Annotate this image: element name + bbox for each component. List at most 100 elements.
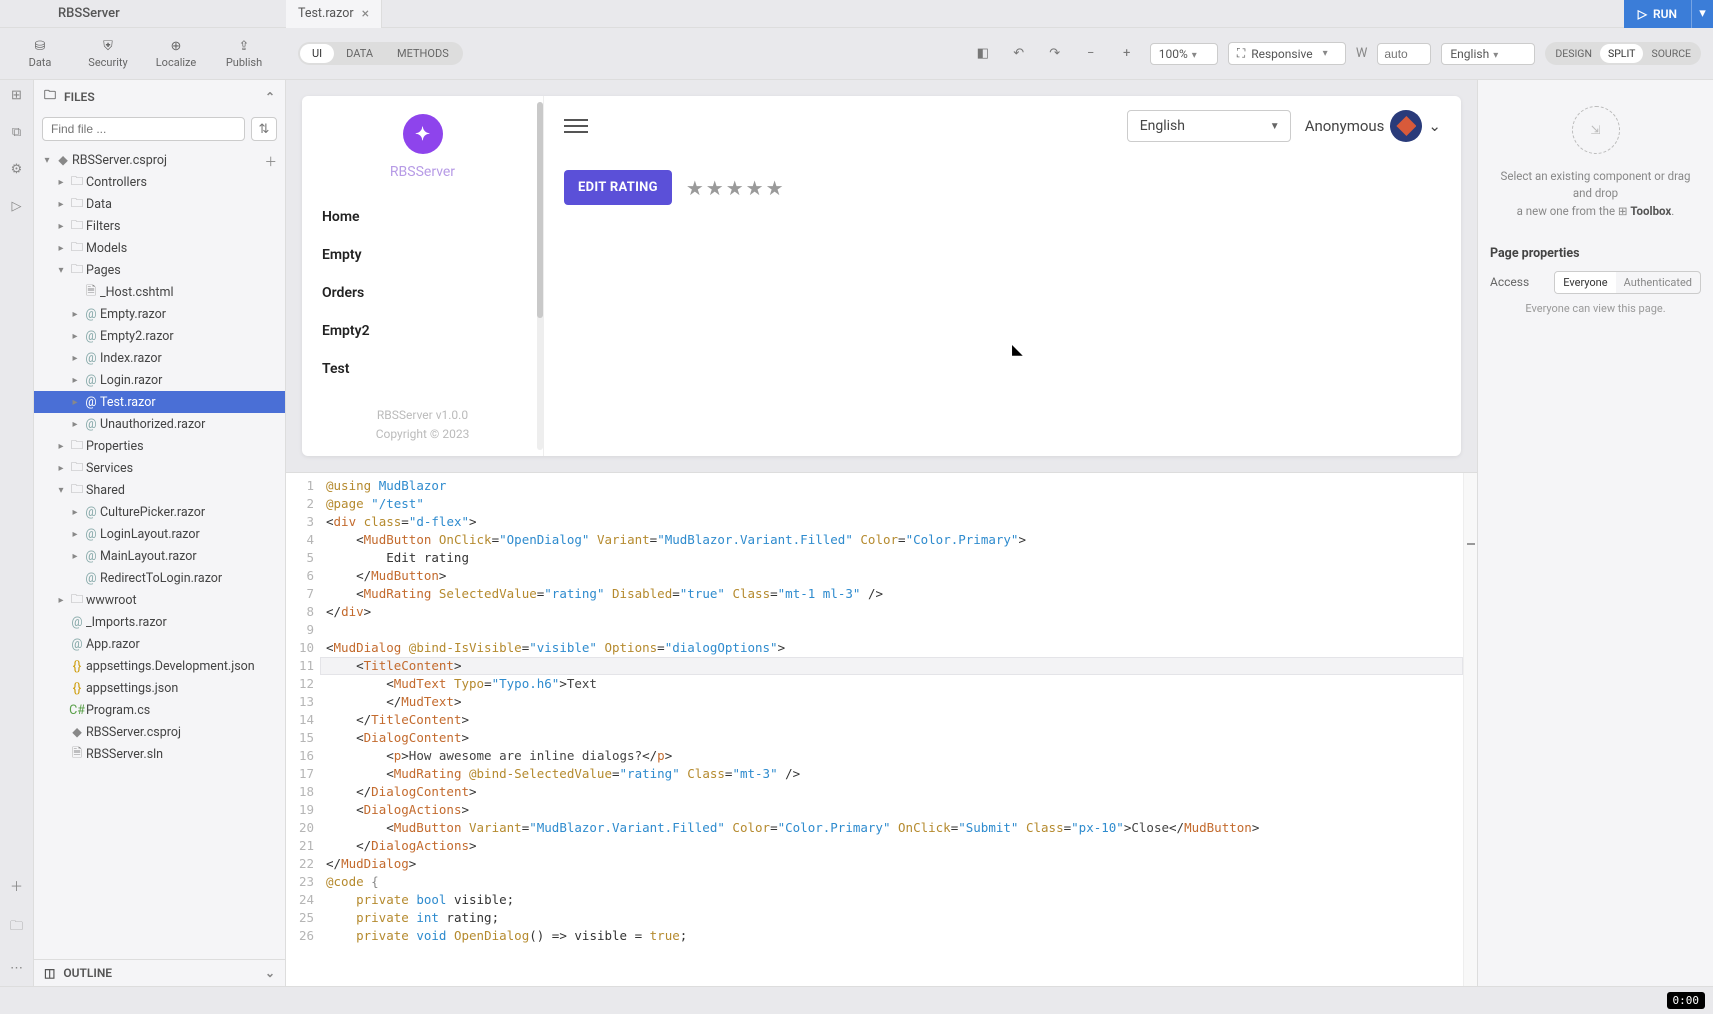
tab-ui[interactable]: UI [300, 44, 334, 63]
mode-split[interactable]: SPLIT [1600, 44, 1644, 63]
code-line-1[interactable]: @using MudBlazor [320, 477, 1463, 495]
find-file-input[interactable] [42, 117, 245, 141]
toolbar-data-button[interactable]: ⛁Data [6, 28, 74, 79]
tree-item--imports-razor[interactable]: @_Imports.razor [34, 611, 285, 633]
preview-scrollbar[interactable] [537, 102, 543, 450]
tree-item-shared[interactable]: ▾🗀Shared [34, 479, 285, 501]
mode-design[interactable]: DESIGN [1547, 44, 1600, 63]
code-line-5[interactable]: Edit rating [320, 549, 1463, 567]
rail-plus-icon[interactable]: ＋ [10, 876, 23, 895]
tab-data[interactable]: DATA [334, 44, 385, 63]
tree-item-unauthorized-razor[interactable]: ▸@Unauthorized.razor [34, 413, 285, 435]
code-line-2[interactable]: @page "/test" [320, 495, 1463, 513]
rail-play-icon[interactable]: ▷ [12, 199, 22, 214]
zoom-out-icon[interactable]: − [1078, 41, 1104, 67]
code-line-16[interactable]: <p>How awesome are inline dialogs?</p> [320, 747, 1463, 765]
code-line-22[interactable]: </MudDialog> [320, 855, 1463, 873]
toolbar-security-button[interactable]: ⛨Security [74, 28, 142, 79]
code-line-14[interactable]: </TitleContent> [320, 711, 1463, 729]
code-line-25[interactable]: private int rating; [320, 909, 1463, 927]
files-header[interactable]: 🗀 FILES ⌃ [34, 80, 285, 113]
mode-source[interactable]: SOURCE [1643, 44, 1699, 63]
tree-caret[interactable]: ▸ [68, 375, 82, 386]
rail-layout-icon[interactable]: ⊞ [11, 88, 22, 103]
code-lines[interactable]: @using MudBlazor@page "/test"<div class=… [320, 473, 1463, 986]
code-line-9[interactable] [320, 621, 1463, 639]
tree-caret[interactable]: ▸ [68, 419, 82, 430]
tree-item-loginlayout-razor[interactable]: ▸@LoginLayout.razor [34, 523, 285, 545]
tree-settings-icon[interactable]: ⇅ [251, 117, 277, 141]
code-line-20[interactable]: <MudButton Variant="MudBlazor.Variant.Fi… [320, 819, 1463, 837]
zoom-in-icon[interactable]: + [1114, 41, 1140, 67]
tree-item-properties[interactable]: ▸🗀Properties [34, 435, 285, 457]
tree-item-pages[interactable]: ▾🗀Pages [34, 259, 285, 281]
tree-item-appsettings-development-json[interactable]: {}appsettings.Development.json [34, 655, 285, 677]
tree-caret[interactable]: ▸ [68, 507, 82, 518]
nav-item-empty2[interactable]: Empty2 [302, 312, 543, 350]
preview-lang-select[interactable]: English [1127, 110, 1291, 142]
lang-select[interactable]: English [1441, 43, 1535, 65]
tree-item-rbsserver-sln[interactable]: 🗎RBSServer.sln [34, 743, 285, 765]
tree-item-empty2-razor[interactable]: ▸@Empty2.razor [34, 325, 285, 347]
tree-item-empty-razor[interactable]: ▸@Empty.razor [34, 303, 285, 325]
chevron-up-icon[interactable]: ⌃ [265, 90, 275, 104]
code-line-24[interactable]: private bool visible; [320, 891, 1463, 909]
run-dropdown[interactable]: ▾ [1691, 0, 1713, 28]
tree-caret[interactable]: ▸ [68, 353, 82, 364]
code-line-6[interactable]: </MudButton> [320, 567, 1463, 585]
tree-item-test-razor[interactable]: ▸@Test.razor [34, 391, 285, 413]
rail-gear-icon[interactable]: ⚙ [11, 162, 23, 177]
minimap[interactable] [1463, 473, 1477, 986]
tree-item-data[interactable]: ▸🗀Data [34, 193, 285, 215]
nav-item-empty[interactable]: Empty [302, 236, 543, 274]
tree-caret[interactable]: ▸ [68, 529, 82, 540]
tree-item-appsettings-json[interactable]: {}appsettings.json [34, 677, 285, 699]
close-icon[interactable]: × [362, 6, 369, 22]
undo-icon[interactable]: ↶ [1006, 41, 1032, 67]
tree-item-rbsserver-csproj[interactable]: ▾◆RBSServer.csproj＋ [34, 149, 285, 171]
code-line-12[interactable]: <MudText Typo="Typo.h6">Text [320, 675, 1463, 693]
hamburger-icon[interactable] [564, 114, 588, 138]
code-line-15[interactable]: <DialogContent> [320, 729, 1463, 747]
tree-item-wwwroot[interactable]: ▸🗀wwwroot [34, 589, 285, 611]
nav-item-test[interactable]: Test [302, 350, 543, 388]
code-line-23[interactable]: @code { [320, 873, 1463, 891]
panel-icon[interactable]: ◧ [970, 41, 996, 67]
code-line-7[interactable]: <MudRating SelectedValue="rating" Disabl… [320, 585, 1463, 603]
tree-caret[interactable]: ▾ [54, 265, 68, 276]
tree-item-mainlayout-razor[interactable]: ▸@MainLayout.razor [34, 545, 285, 567]
nav-item-orders[interactable]: Orders [302, 274, 543, 312]
code-line-4[interactable]: <MudButton OnClick="OpenDialog" Variant=… [320, 531, 1463, 549]
rail-folder-icon[interactable]: 🗀 [10, 917, 23, 939]
chevron-down-icon[interactable]: ⌄ [265, 966, 275, 980]
tree-item-index-razor[interactable]: ▸@Index.razor [34, 347, 285, 369]
access-everyone[interactable]: Everyone [1555, 272, 1615, 293]
access-authenticated[interactable]: Authenticated [1616, 272, 1700, 293]
run-button[interactable]: ▷ RUN [1624, 0, 1691, 28]
tree-caret[interactable]: ▸ [54, 177, 68, 188]
zoom-select[interactable]: 100% [1150, 43, 1218, 65]
tab-methods[interactable]: METHODS [385, 44, 461, 63]
tree-item-rbsserver-csproj[interactable]: ◆RBSServer.csproj [34, 721, 285, 743]
tree-caret[interactable]: ▸ [54, 441, 68, 452]
code-line-18[interactable]: </DialogContent> [320, 783, 1463, 801]
code-line-8[interactable]: </div> [320, 603, 1463, 621]
add-file-icon[interactable]: ＋ [264, 151, 277, 170]
code-line-26[interactable]: private void OpenDialog() => visible = t… [320, 927, 1463, 945]
tree-caret[interactable]: ▸ [54, 463, 68, 474]
code-line-17[interactable]: <MudRating @bind-SelectedValue="rating" … [320, 765, 1463, 783]
tree-item-redirecttologin-razor[interactable]: @RedirectToLogin.razor [34, 567, 285, 589]
code-line-3[interactable]: <div class="d-flex"> [320, 513, 1463, 531]
tree-item-models[interactable]: ▸🗀Models [34, 237, 285, 259]
tree-caret[interactable]: ▸ [68, 331, 82, 342]
tree-caret[interactable]: ▸ [54, 595, 68, 606]
tree-item-culturepicker-razor[interactable]: ▸@CulturePicker.razor [34, 501, 285, 523]
tree-caret[interactable]: ▸ [68, 309, 82, 320]
code-line-21[interactable]: </DialogActions> [320, 837, 1463, 855]
tree-caret[interactable]: ▸ [68, 551, 82, 562]
tree-item-app-razor[interactable]: @App.razor [34, 633, 285, 655]
tree-caret[interactable]: ▸ [54, 199, 68, 210]
tab-test-razor[interactable]: Test.razor × [286, 0, 382, 28]
device-select[interactable]: ⛶ Responsive [1228, 42, 1346, 65]
tree-caret[interactable]: ▸ [54, 221, 68, 232]
